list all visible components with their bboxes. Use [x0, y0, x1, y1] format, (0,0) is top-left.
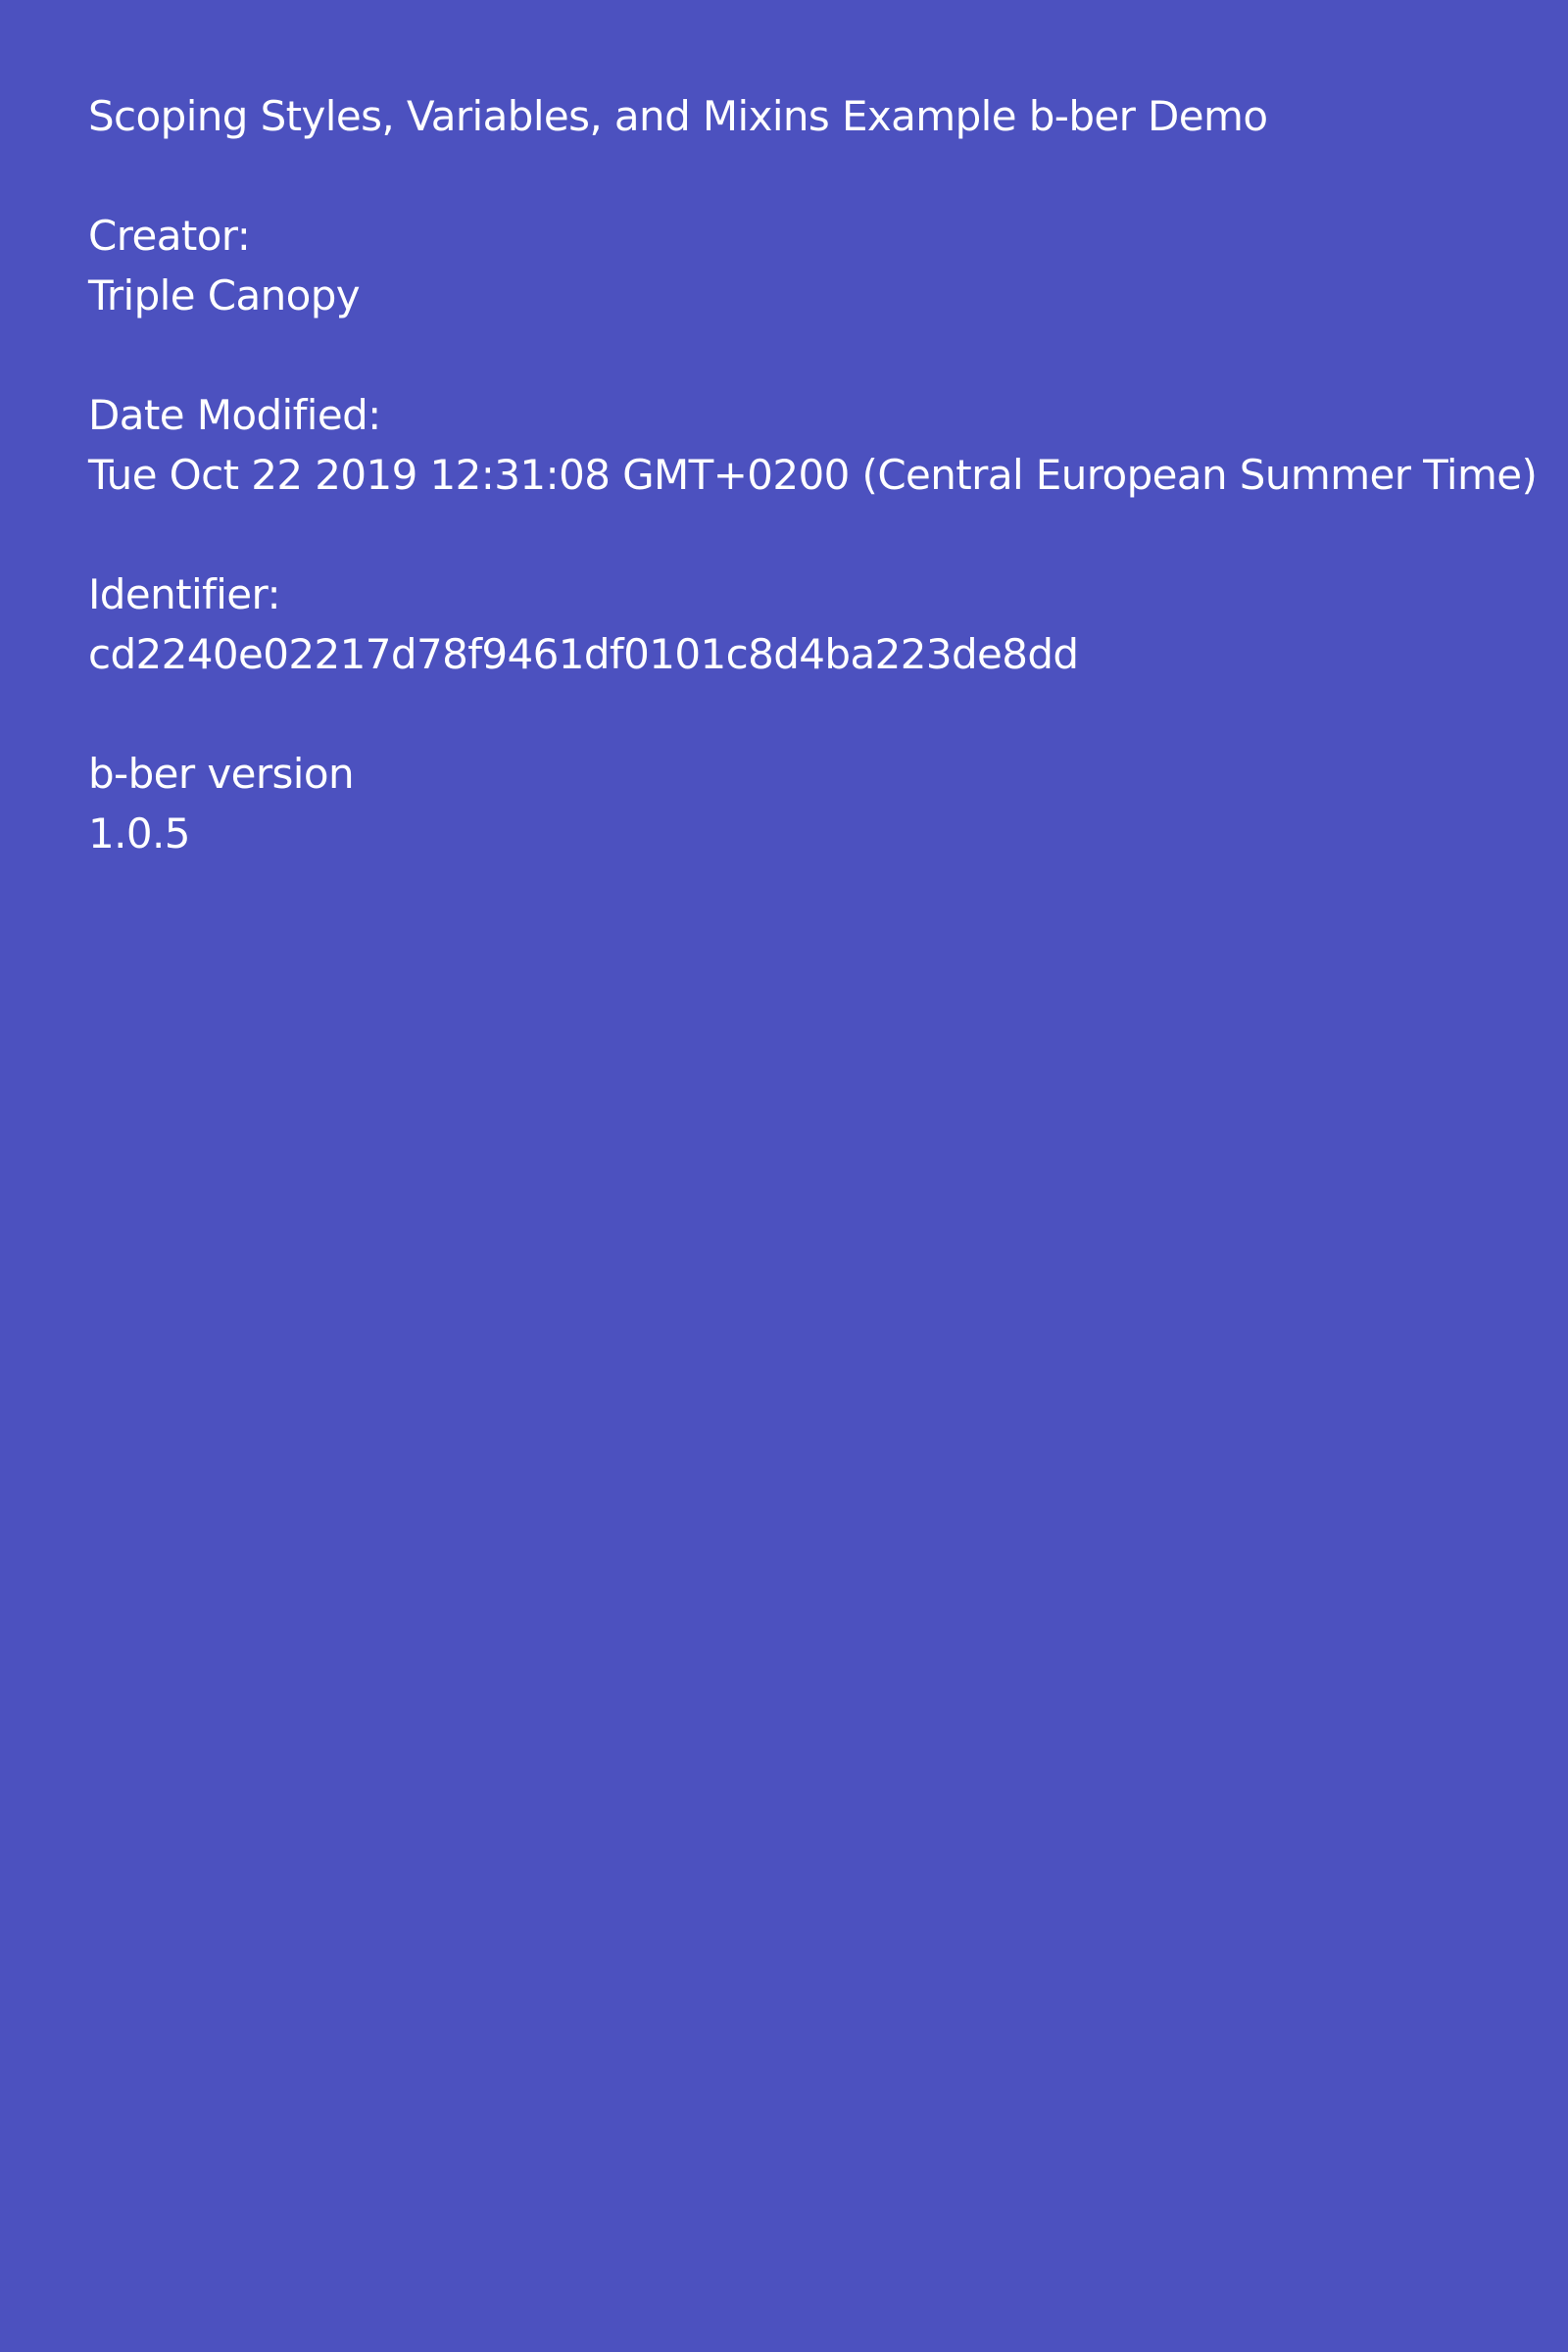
version-field: b-ber version 1.0.5	[88, 744, 1558, 863]
version-label: b-ber version	[88, 750, 355, 798]
date-modified-value: Tue Oct 22 2019 12:31:08 GMT+0200 (Centr…	[88, 451, 1538, 499]
document-title: Scoping Styles, Variables, and Mixins Ex…	[88, 92, 1268, 140]
document-page: Scoping Styles, Variables, and Mixins Ex…	[0, 0, 1568, 2352]
creator-field: Creator: Triple Canopy	[88, 206, 1558, 325]
metadata-content: Scoping Styles, Variables, and Mixins Ex…	[88, 86, 1558, 923]
creator-value: Triple Canopy	[88, 271, 361, 319]
date-modified-label: Date Modified:	[88, 391, 381, 439]
identifier-label: Identifier:	[88, 570, 281, 618]
creator-label: Creator:	[88, 212, 251, 260]
version-value: 1.0.5	[88, 809, 190, 858]
date-modified-field: Date Modified: Tue Oct 22 2019 12:31:08 …	[88, 385, 1558, 505]
identifier-field: Identifier: cd2240e02217d78f9461df0101c8…	[88, 564, 1558, 684]
identifier-value: cd2240e02217d78f9461df0101c8d4ba223de8dd	[88, 630, 1079, 678]
